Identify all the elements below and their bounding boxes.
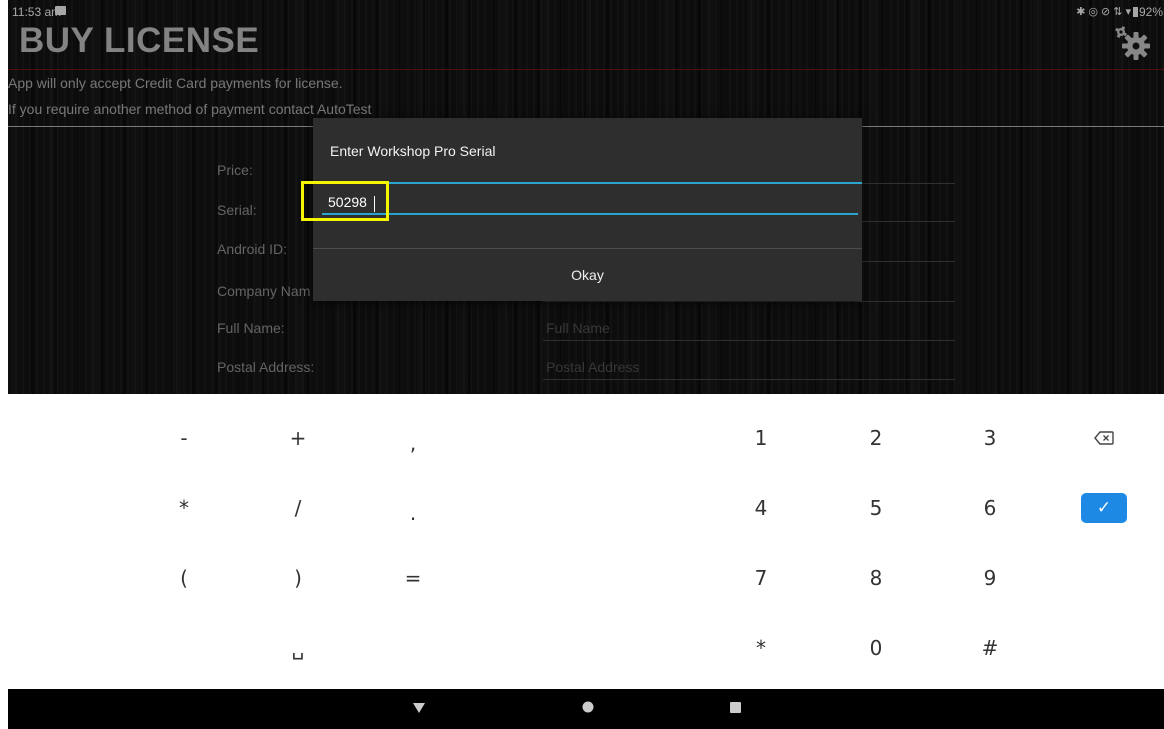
home-button[interactable] [558, 689, 618, 729]
serial-input[interactable] [322, 191, 858, 215]
serial-dialog: Enter Workshop Pro Serial Okay [313, 118, 862, 301]
navigation-bar [8, 689, 1164, 729]
dialog-title: Enter Workshop Pro Serial [330, 143, 496, 159]
key-3[interactable]: 3 [942, 407, 1038, 469]
key-0[interactable]: 0 [828, 617, 924, 679]
home-circle-icon [582, 700, 594, 718]
key-close-paren[interactable]: ) [250, 547, 346, 609]
key-8[interactable]: 8 [828, 547, 924, 609]
recents-button[interactable] [705, 689, 765, 729]
key-asterisk[interactable]: * [136, 477, 232, 539]
key-7[interactable]: 7 [713, 547, 809, 609]
dialog-title-divider [313, 182, 862, 184]
buy-license-screen: 11:53 am ✱◎⊘⇅▾ 92% BUY LICENSE App will … [8, 0, 1164, 394]
key-9[interactable]: 9 [942, 547, 1038, 609]
key-1[interactable]: 1 [713, 407, 809, 469]
numeric-keyboard: - + , 1 2 3 * / . 4 5 6 ✓ ( ) = 7 8 9 ␣ … [8, 394, 1164, 689]
key-slash[interactable]: / [250, 477, 346, 539]
backspace-icon [1094, 426, 1114, 450]
back-button[interactable] [389, 689, 449, 729]
key-open-paren[interactable]: ( [136, 547, 232, 609]
backspace-key[interactable] [1056, 407, 1152, 469]
back-triangle-icon [413, 700, 425, 718]
key-space[interactable]: ␣ [250, 617, 346, 679]
highlight-box [301, 181, 389, 221]
key-minus[interactable]: - [136, 407, 232, 469]
key-4[interactable]: 4 [713, 477, 809, 539]
key-hash[interactable]: # [942, 617, 1038, 679]
recents-square-icon [729, 700, 741, 718]
check-icon: ✓ [1096, 498, 1112, 518]
key-5[interactable]: 5 [828, 477, 924, 539]
key-equals[interactable]: = [365, 547, 461, 609]
key-comma[interactable]: , [365, 412, 461, 474]
okay-button[interactable]: Okay [313, 249, 862, 301]
device-screen: 11:53 am ✱◎⊘⇅▾ 92% BUY LICENSE App will … [8, 0, 1164, 729]
key-period[interactable]: . [365, 482, 461, 544]
key-6[interactable]: 6 [942, 477, 1038, 539]
enter-key[interactable]: ✓ [1081, 493, 1127, 523]
key-star[interactable]: * [713, 617, 809, 679]
key-2[interactable]: 2 [828, 407, 924, 469]
key-plus[interactable]: + [250, 407, 346, 469]
